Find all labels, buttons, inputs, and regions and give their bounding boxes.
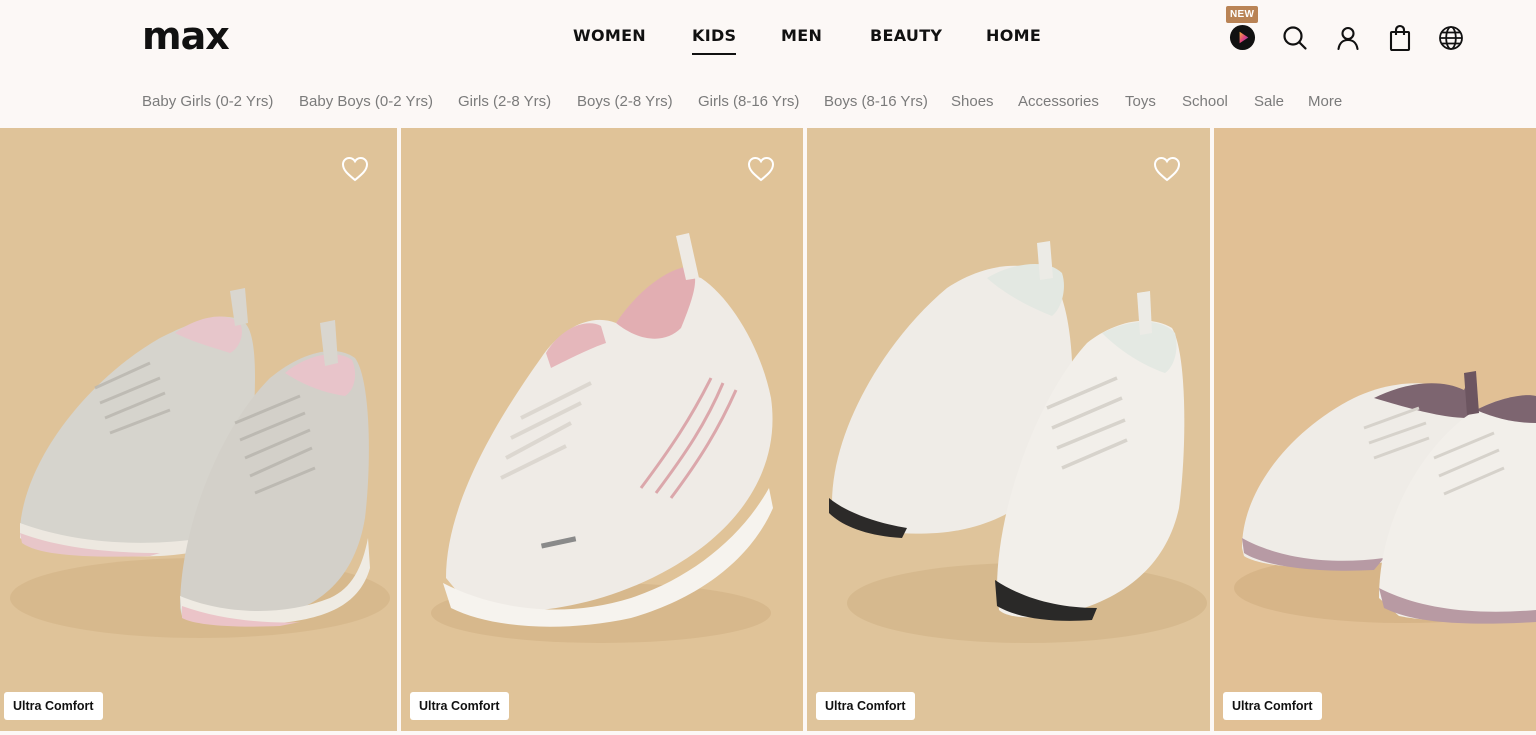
subnav-girls-2-8[interactable]: Girls (2-8 Yrs) <box>458 92 551 112</box>
product-image[interactable] <box>807 128 1210 731</box>
product-grid: Ultra Comfort Ultra Comfort Ultra Comfor… <box>0 128 1536 731</box>
subnav-more[interactable]: More <box>1308 92 1342 112</box>
product-card[interactable]: Ultra Comfort <box>0 128 397 731</box>
product-tag: Ultra Comfort <box>410 692 509 720</box>
subnav-baby-girls[interactable]: Baby Girls (0-2 Yrs) <box>142 92 273 112</box>
product-image[interactable] <box>401 128 803 731</box>
subnav-sale[interactable]: Sale <box>1254 92 1284 112</box>
new-badge: NEW <box>1226 6 1259 23</box>
subnav-school[interactable]: School <box>1182 92 1228 112</box>
sub-nav: Baby Girls (0-2 Yrs) Baby Boys (0-2 Yrs)… <box>0 92 1536 112</box>
product-card[interactable]: Ultra Comfort <box>1214 128 1536 731</box>
subnav-shoes[interactable]: Shoes <box>951 92 994 112</box>
product-tag: Ultra Comfort <box>4 692 103 720</box>
product-tag: Ultra Comfort <box>816 692 915 720</box>
heart-icon[interactable] <box>1153 156 1181 182</box>
site-header: max WOMEN KIDS MEN BEAUTY HOME NEW Baby … <box>0 0 1536 128</box>
search-icon[interactable] <box>1282 25 1308 51</box>
subnav-baby-boys[interactable]: Baby Boys (0-2 Yrs) <box>299 92 433 112</box>
page-bottom <box>0 731 1536 735</box>
subnav-accessories[interactable]: Accessories <box>1018 92 1099 112</box>
subnav-boys-8-16[interactable]: Boys (8-16 Yrs) <box>824 92 928 112</box>
product-card[interactable]: Ultra Comfort <box>401 128 803 731</box>
product-card[interactable]: Ultra Comfort <box>807 128 1210 731</box>
heart-icon[interactable] <box>341 156 369 182</box>
subnav-girls-8-16[interactable]: Girls (8-16 Yrs) <box>698 92 799 112</box>
account-icon[interactable] <box>1335 25 1361 51</box>
globe-icon[interactable] <box>1438 25 1464 51</box>
header-icons <box>0 22 1536 58</box>
subnav-toys[interactable]: Toys <box>1125 92 1156 112</box>
product-image[interactable] <box>1214 128 1536 731</box>
shopping-bag-icon[interactable] <box>1387 24 1413 52</box>
heart-icon[interactable] <box>747 156 775 182</box>
subnav-boys-2-8[interactable]: Boys (2-8 Yrs) <box>577 92 673 112</box>
product-image[interactable] <box>0 128 397 731</box>
product-tag: Ultra Comfort <box>1223 692 1322 720</box>
play-video-icon[interactable] <box>1229 24 1256 51</box>
